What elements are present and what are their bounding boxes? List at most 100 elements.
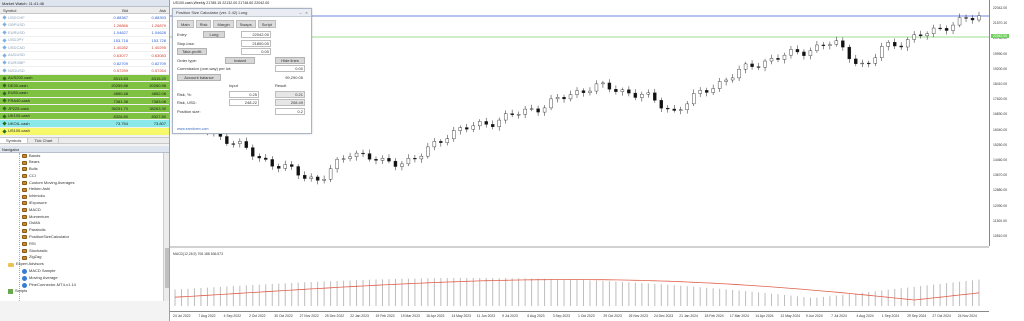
market-watch-row[interactable]: EURUSD 1.04627 1.04628 <box>0 29 169 37</box>
col-bid[interactable]: Bid <box>90 7 130 13</box>
navigator-item[interactable]: OsMA <box>0 220 169 227</box>
risk-pct-label: Risk, %: <box>177 91 192 97</box>
candle-body <box>938 27 942 30</box>
navigator-item[interactable]: CCI <box>0 173 169 180</box>
navigator-item[interactable]: PositionSizeCalculator <box>0 234 169 241</box>
navigator-item[interactable]: ZigZag <box>0 254 169 261</box>
tab-tick-chart[interactable]: Tick Chart <box>28 137 60 143</box>
earnforex-link[interactable]: www.earnforex.com <box>177 127 209 131</box>
tab-risk[interactable]: Risk <box>195 20 212 28</box>
hide-lines-button[interactable]: Hide lines <box>275 56 305 64</box>
minimize-icon[interactable]: – <box>298 10 303 15</box>
candle-body <box>588 90 592 93</box>
candle-body <box>653 92 657 101</box>
account-balance-button[interactable]: Account balance <box>177 73 221 81</box>
market-watch-row[interactable]: GBPUSD 1.26866 1.26879 <box>0 21 169 30</box>
candle-body <box>607 82 612 90</box>
navigator-item[interactable]: Stochastic <box>0 248 169 255</box>
navigator-item[interactable]: Bears <box>0 159 169 166</box>
indicator-icon <box>22 194 27 199</box>
stop-input[interactable]: 21800.00 <box>241 39 271 47</box>
price-axis[interactable]: 22042.00 21570.10 20780.00 19990.00 19200.00… <box>989 0 1024 246</box>
navigator-item[interactable]: Expert Advisors <box>0 261 169 268</box>
psc-titlebar[interactable]: Position Size Calculator (ver. 2.42) Lon… <box>173 9 311 17</box>
symbol-name: EURUSD <box>8 29 25 35</box>
market-watch-row[interactable]: AUDUSD 0.63077 0.63083 <box>0 51 169 60</box>
candle-body <box>335 159 339 169</box>
risk-usd-label: Risk, USD: <box>177 100 197 105</box>
close-icon[interactable]: × <box>304 10 309 15</box>
indicator-icon <box>22 242 27 247</box>
bid-cell: 0.63077 <box>113 52 128 58</box>
risk-pct-row: Risk, %: 0.25 0.21 <box>173 90 311 100</box>
navigator-item[interactable]: Bands <box>0 153 169 160</box>
account-row: Account balance 99,290.05 <box>173 73 311 83</box>
market-watch-row[interactable]: USDJPY 153.718 153.728 <box>0 36 169 45</box>
scroll-thumb[interactable] <box>165 247 169 288</box>
candle-body <box>821 44 826 46</box>
time-tick-label: 7 Jul 2024 <box>831 314 847 318</box>
navigator-item[interactable]: Heiken Ashi <box>0 186 169 193</box>
price-tick-label: 17620.00 <box>993 97 1008 102</box>
symbol-cell: AUDUSD <box>0 52 90 59</box>
navigator-item[interactable]: Moving Average <box>0 275 169 282</box>
navigator-item[interactable]: iExposure <box>0 200 169 207</box>
indicator-icon <box>22 215 27 220</box>
col-symbol[interactable]: Symbol <box>0 7 90 13</box>
macd-label: MACD(12,26,9) 706.188 636.573 <box>173 252 223 256</box>
price-tick-label: 12880.00 <box>993 188 1008 193</box>
navigator-item[interactable]: MACD Sample <box>0 268 169 275</box>
col-ask[interactable]: Ask <box>130 7 169 13</box>
tp-input[interactable]: 0.00 <box>241 48 271 55</box>
candle-body <box>977 15 981 21</box>
tab-margin[interactable]: Margin <box>213 20 234 28</box>
commission-input[interactable]: 0.00 <box>275 65 305 72</box>
time-tick-label: 27 Oct 2024 <box>932 314 951 318</box>
market-watch-row[interactable]: USDCAD 1.40282 1.40295 <box>0 44 169 52</box>
candle-body <box>516 114 521 116</box>
candle-body <box>290 164 294 167</box>
navigator-item[interactable]: Parabolic <box>0 227 169 234</box>
navigator-item[interactable]: RSI <box>0 241 169 248</box>
commission-row: Commission (one-way) per lot: 0.00 <box>173 65 311 74</box>
tab-symbols[interactable]: Symbols <box>0 137 29 143</box>
risk-pct-input[interactable]: 0.25 <box>229 90 259 98</box>
tab-swaps[interactable]: Swaps <box>235 20 256 28</box>
candle-body <box>789 49 793 56</box>
navigator-item[interactable]: PineConnector-MT4-v1.14 <box>0 282 169 289</box>
tab-main[interactable]: Main <box>177 20 194 28</box>
time-axis[interactable]: 24 Jul 2022 7 Aug 2022 4 Sep 2022 2 Oct 202… <box>170 311 989 321</box>
candle-body <box>854 58 858 64</box>
navigator-scrollbar[interactable] <box>163 152 169 301</box>
candle-body <box>782 54 787 60</box>
candle-body <box>491 124 495 127</box>
candle-body <box>730 77 735 81</box>
candle-body <box>834 40 839 45</box>
candle-body <box>458 127 462 131</box>
candle-body <box>542 107 547 113</box>
risk-pct-result: 0.21 <box>275 90 305 98</box>
position-size-value[interactable]: 0.2 <box>275 107 305 115</box>
candle-body <box>601 82 605 85</box>
navigator-item[interactable]: MACD <box>0 207 169 214</box>
risk-usd-input[interactable]: 248.22 <box>229 99 259 106</box>
entry-input[interactable]: 22042.00 <box>241 31 271 38</box>
navigator-item[interactable]: Custom Moving Averages <box>0 180 169 187</box>
market-watch-row[interactable]: EURGBP 0.82709 0.82709 <box>0 59 169 68</box>
market-watch-row[interactable]: US100.cash <box>0 127 169 136</box>
time-tick-label: 21 Jan 2024 <box>679 314 698 318</box>
order-type-button[interactable]: Instant <box>225 56 255 64</box>
take-profit-button[interactable]: Take-profit: <box>177 48 207 55</box>
navigator-item[interactable]: Ichimoku <box>0 193 169 200</box>
indicator-icon <box>22 160 27 165</box>
navigator-item[interactable]: Momentum <box>0 214 169 221</box>
navigator-item[interactable]: Bulls <box>0 166 169 173</box>
navigator-item[interactable]: Scripts <box>0 288 169 295</box>
time-tick-label: 12 May 2024 <box>780 314 801 318</box>
market-watch-row[interactable]: USDCHF 0.88387 0.88393 <box>0 14 169 22</box>
tab-script[interactable]: Script <box>257 20 276 28</box>
candle-body <box>225 136 229 144</box>
candle-body <box>815 44 819 51</box>
long-button[interactable]: Long <box>203 31 225 38</box>
ask-cell: 1.04628 <box>151 30 166 36</box>
